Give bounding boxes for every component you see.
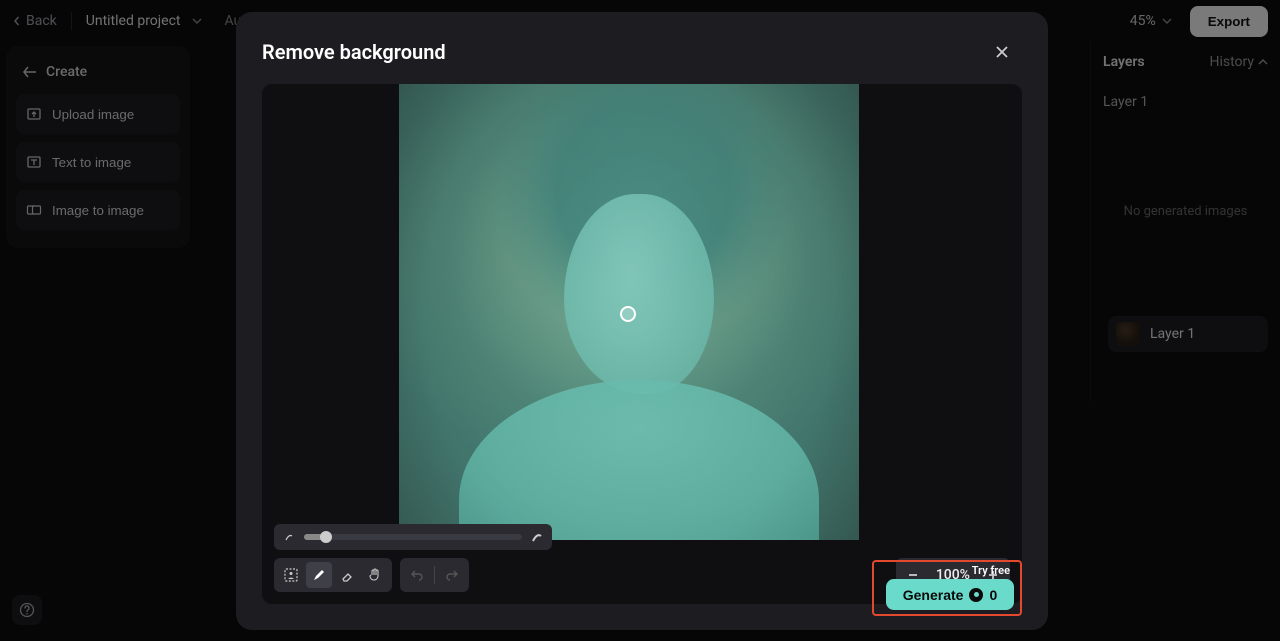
brush-small-icon	[282, 531, 296, 543]
try-free-label: Try free	[972, 564, 1010, 577]
redo-icon	[444, 567, 460, 583]
brush-tool[interactable]	[306, 562, 332, 588]
brush-icon	[311, 567, 327, 583]
remove-background-modal: Remove background	[236, 12, 1048, 630]
redo-button[interactable]	[439, 562, 465, 588]
hand-icon	[367, 567, 383, 583]
slider-thumb[interactable]	[320, 531, 332, 543]
credit-cost: 0	[989, 587, 997, 603]
brush-size-slider[interactable]	[274, 524, 552, 550]
brush-cursor	[620, 306, 636, 322]
generate-label: Generate	[903, 587, 964, 603]
generate-cta-highlight: Try free Generate 0	[872, 560, 1022, 616]
modal-title: Remove background	[262, 40, 446, 64]
close-button[interactable]	[994, 38, 1022, 66]
auto-select-tool[interactable]	[278, 562, 304, 588]
generate-button[interactable]: Generate 0	[886, 579, 1014, 610]
tool-row	[274, 558, 469, 592]
credit-icon	[969, 588, 983, 602]
brush-large-icon	[530, 530, 544, 544]
slider-track[interactable]	[304, 534, 522, 540]
undo-button[interactable]	[404, 562, 430, 588]
close-icon	[994, 44, 1010, 60]
canvas-area[interactable]: 100%	[262, 84, 1022, 604]
mask-tools	[274, 558, 392, 592]
history-tools	[400, 558, 469, 592]
person-select-icon	[283, 567, 299, 583]
pan-tool[interactable]	[362, 562, 388, 588]
eraser-tool[interactable]	[334, 562, 360, 588]
undo-icon	[409, 567, 425, 583]
eraser-icon	[339, 567, 355, 583]
